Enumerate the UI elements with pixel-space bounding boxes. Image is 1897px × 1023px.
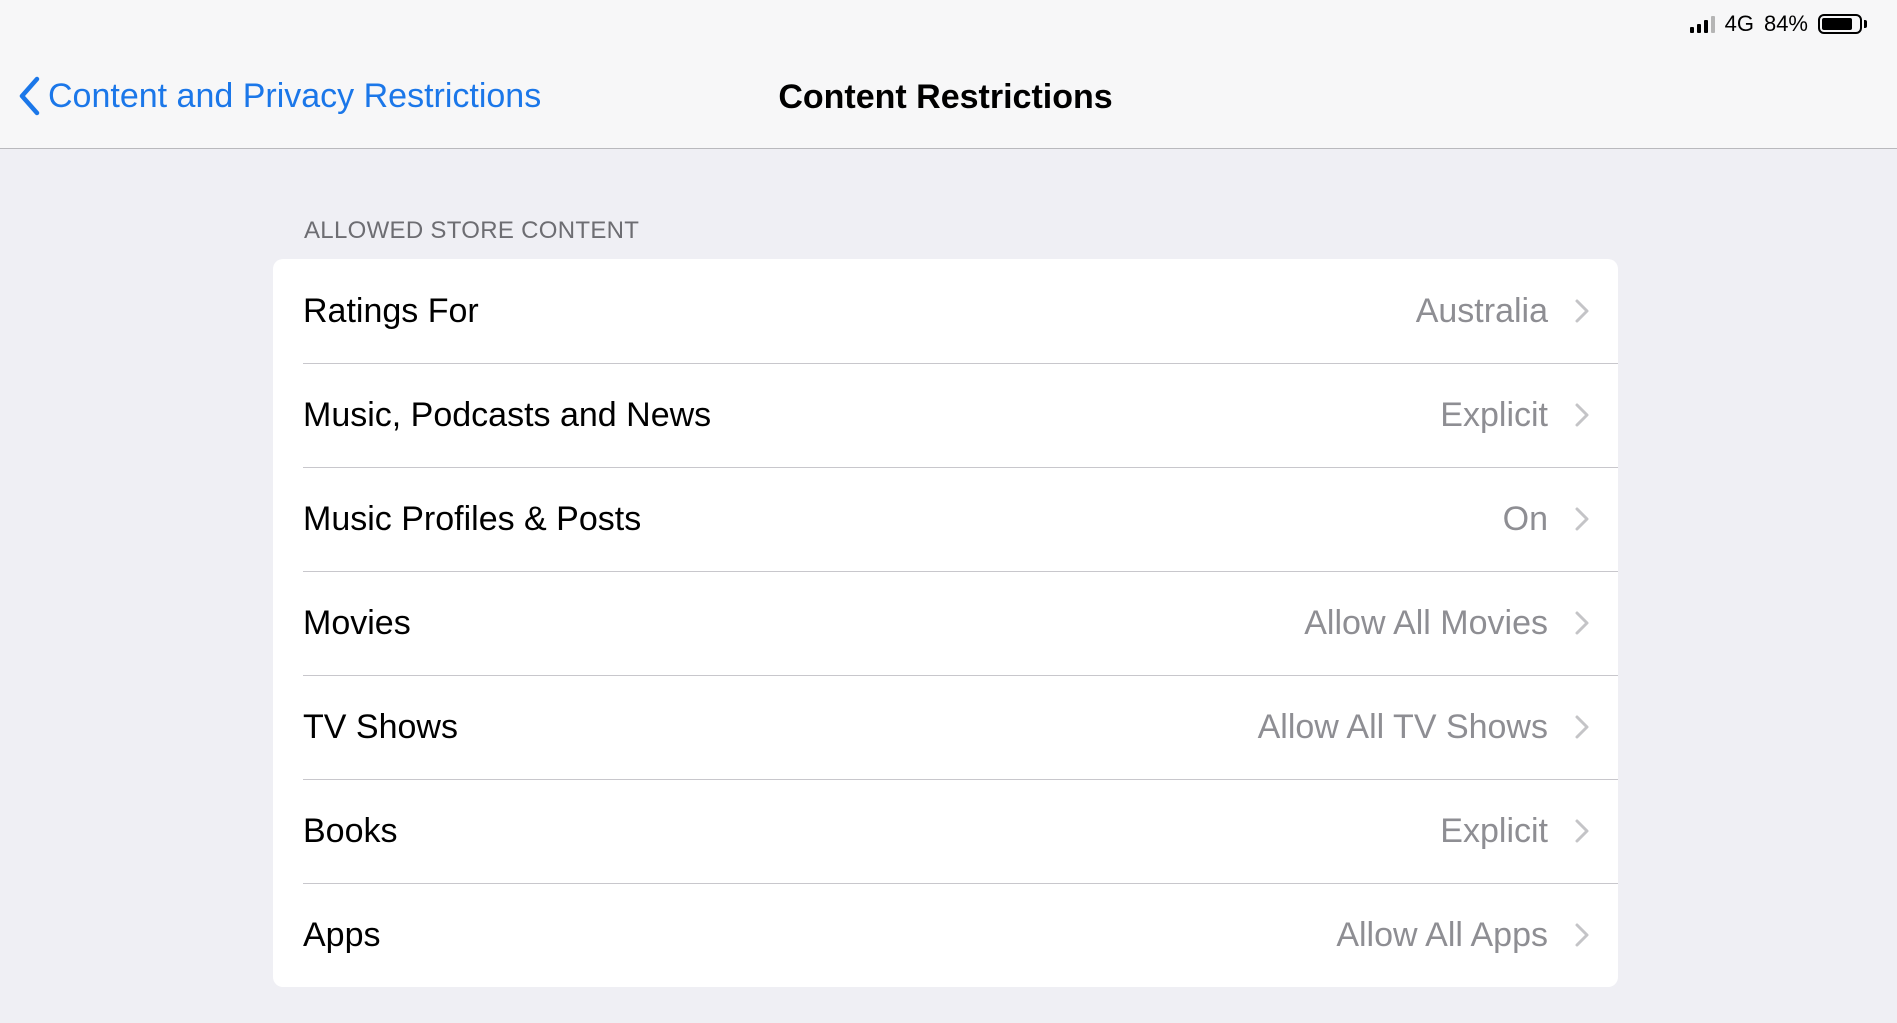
chevron-right-icon — [1575, 923, 1589, 947]
cellular-signal-icon — [1689, 15, 1715, 33]
chevron-right-icon — [1575, 611, 1589, 635]
settings-row[interactable]: Books Explicit — [273, 779, 1618, 883]
settings-row-label: Music Profiles & Posts — [303, 499, 642, 538]
settings-row-label: TV Shows — [303, 707, 458, 746]
chevron-right-icon — [1575, 507, 1589, 531]
settings-row-value: On — [1502, 499, 1548, 538]
battery-percent: 84% — [1763, 11, 1808, 36]
chevron-right-icon — [1575, 715, 1589, 739]
settings-row-label: Books — [303, 811, 398, 850]
chevron-left-icon — [19, 76, 40, 116]
settings-row-value: Allow All Apps — [1336, 915, 1548, 954]
network-type: 4G — [1724, 11, 1754, 36]
back-button[interactable]: Content and Privacy Restrictions — [18, 76, 541, 116]
chevron-right-icon — [1575, 819, 1589, 843]
chevron-right-icon — [1575, 403, 1589, 427]
settings-row[interactable]: Music Profiles & Posts On — [273, 467, 1618, 571]
settings-row-value: Allow All Movies — [1304, 603, 1548, 642]
battery-icon — [1818, 14, 1867, 34]
settings-row-label: Movies — [303, 603, 411, 642]
settings-row-label: Apps — [303, 915, 381, 954]
settings-row-label: Ratings For — [303, 291, 479, 330]
settings-row[interactable]: TV Shows Allow All TV Shows — [273, 675, 1618, 779]
back-button-label: Content and Privacy Restrictions — [48, 76, 542, 115]
settings-row-value: Explicit — [1440, 395, 1548, 434]
chevron-right-icon — [1575, 299, 1589, 323]
section-header: ALLOWED STORE CONTENT — [304, 217, 640, 244]
settings-row-value: Explicit — [1440, 811, 1548, 850]
settings-group: Ratings For Australia Music, Podcasts and … — [273, 259, 1618, 987]
navigation-bar: 4G 84% Content and Privacy Restrictions … — [0, 0, 1897, 149]
settings-row[interactable]: Ratings For Australia — [273, 259, 1618, 363]
settings-row[interactable]: Apps Allow All Apps — [273, 883, 1618, 987]
settings-row-label: Music, Podcasts and News — [303, 395, 712, 434]
settings-row-value: Allow All TV Shows — [1257, 707, 1548, 746]
status-bar: 4G 84% — [1689, 10, 1867, 38]
settings-row[interactable]: Music, Podcasts and News Explicit — [273, 363, 1618, 467]
settings-row[interactable]: Movies Allow All Movies — [273, 571, 1618, 675]
settings-row-value: Australia — [1415, 291, 1548, 330]
